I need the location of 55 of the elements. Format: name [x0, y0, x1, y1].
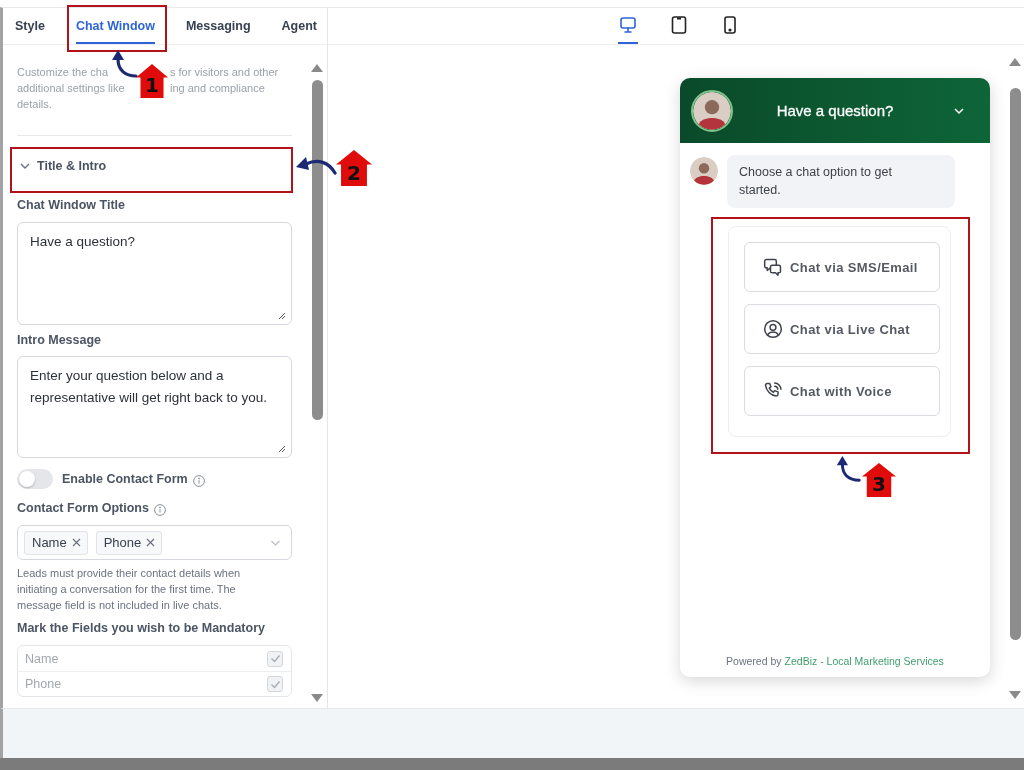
scroll-up-arrow-icon[interactable]: [1009, 58, 1021, 66]
mobile-phone-icon: [721, 16, 738, 34]
toggle-switch[interactable]: [17, 469, 53, 489]
section-header[interactable]: Title & Intro: [17, 150, 107, 182]
chat-option-button[interactable]: Chat via SMS/Email: [744, 242, 940, 292]
chat-title: Have a question?: [776, 102, 894, 119]
info-icon[interactable]: [192, 474, 205, 487]
resize-handle-icon: [278, 445, 286, 453]
curved-arrow: [834, 455, 862, 483]
scroll-down-arrow-icon[interactable]: [1009, 691, 1021, 699]
chat-option-button[interactable]: Chat via Live Chat: [744, 304, 940, 354]
field-label: Chat Window Title: [17, 197, 125, 213]
tab[interactable]: Chat Window: [75, 8, 155, 44]
field-label: Mark the Fields you wish to be Mandatory: [17, 620, 265, 636]
description-text: details.: [17, 97, 52, 112]
scrollbar-thumb[interactable]: [1009, 88, 1021, 640]
tab[interactable]: Messaging: [185, 8, 251, 44]
multi-select-field[interactable]: Name Phone: [17, 525, 292, 560]
description-text: Customize the cha: [17, 65, 109, 80]
chat-option-button[interactable]: Chat with Voice: [744, 366, 940, 416]
field-label: Intro Message: [17, 332, 102, 348]
tag-label: Phone: [103, 535, 142, 550]
curved-arrow: [110, 49, 138, 79]
description-text: s for visitors and other: [170, 65, 279, 80]
scroll-down-arrow-icon[interactable]: [311, 694, 323, 702]
powered-by-text: Powered by ZedBiz - Local Marketing Services: [725, 654, 945, 669]
text-area[interactable]: Enter your question below and a representative will get right back to you.: [17, 356, 292, 458]
toggle-label: Enable Contact Form: [62, 471, 188, 487]
scrollbar-thumb[interactable]: [311, 80, 323, 420]
field-name: Name: [25, 651, 59, 666]
tag-label: Name: [32, 535, 67, 550]
tab[interactable]: Agent: [281, 8, 317, 44]
description-text: ing and compliance: [170, 81, 265, 96]
close-icon[interactable]: [71, 538, 81, 547]
close-icon[interactable]: [146, 538, 156, 547]
avatar-icon: [691, 89, 733, 132]
description-text: additional settings like: [17, 81, 125, 96]
info-icon[interactable]: [153, 503, 166, 516]
user-circle-icon: [763, 319, 783, 339]
chat-bubbles-icon: [763, 257, 783, 277]
tab[interactable]: Style: [15, 8, 45, 44]
message-bubble: Choose a chat option to get started.: [727, 155, 955, 208]
check-icon: [269, 678, 281, 690]
check-icon: [269, 653, 281, 664]
resize-handle-icon: [278, 312, 286, 320]
text-area[interactable]: Have a question?: [17, 222, 292, 325]
field-label: Contact Form Options: [17, 500, 149, 516]
desktop-icon: [619, 16, 636, 34]
help-text: Leads must provide their contact details when initiating a conversation for the first time. The message field is not included in live chats.: [17, 566, 242, 613]
step-marker: 1: [136, 64, 168, 98]
avatar-icon: [690, 157, 718, 185]
field-name: Phone: [25, 677, 62, 691]
scroll-up-arrow-icon[interactable]: [311, 64, 323, 72]
tablet-icon: [670, 16, 687, 34]
step-marker: 2: [336, 150, 372, 186]
